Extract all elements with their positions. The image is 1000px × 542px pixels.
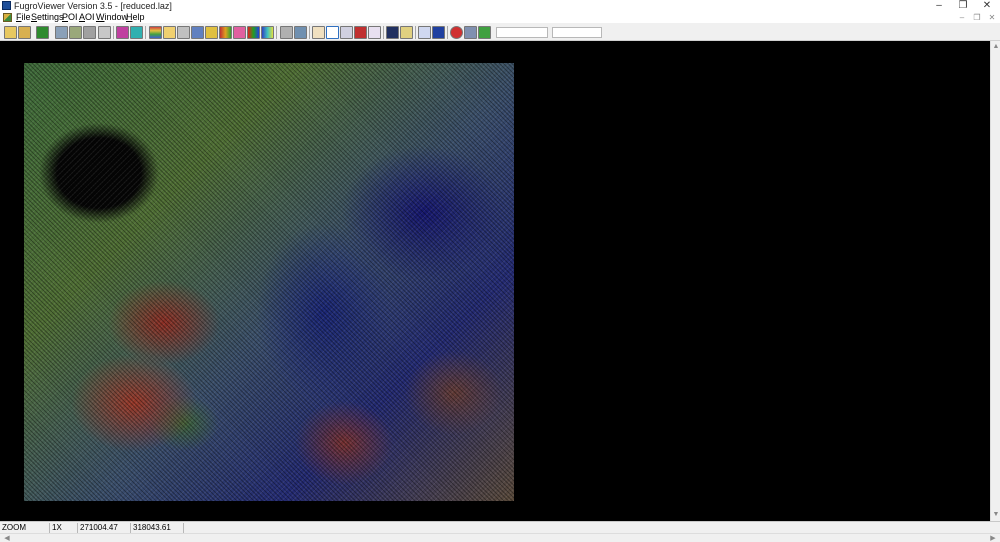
vertical-scrollbar[interactable]: ▲ ▼ <box>990 41 1000 521</box>
status-y-coordinate: 318043.61 <box>131 523 184 533</box>
pan-hand-icon[interactable] <box>312 26 325 39</box>
query-icon[interactable] <box>386 26 399 39</box>
points-icon[interactable] <box>177 26 190 39</box>
surface-icon[interactable] <box>130 26 143 39</box>
fugroviewer-app-icon <box>2 1 11 10</box>
grid-icon[interactable] <box>98 26 111 39</box>
open-file-icon[interactable] <box>4 26 17 39</box>
elevation-color-icon[interactable] <box>219 26 232 39</box>
ruler-icon[interactable] <box>418 26 431 39</box>
layers-icon[interactable] <box>163 26 176 39</box>
color-ramp-icon[interactable] <box>149 26 162 39</box>
toolbar-separator <box>113 26 114 39</box>
grid-3x3-icon[interactable] <box>280 26 293 39</box>
status-x-coordinate: 271004.47 <box>78 523 131 533</box>
zoom-window-icon[interactable] <box>340 26 353 39</box>
toolbar-separator <box>276 26 277 39</box>
toolbar-separator <box>447 26 448 39</box>
toolbar-separator <box>309 26 310 39</box>
export-table-icon[interactable] <box>478 26 491 39</box>
scroll-up-icon[interactable]: ▲ <box>991 43 1000 50</box>
tiles-icon[interactable] <box>294 26 307 39</box>
toolbar-separator <box>145 26 146 39</box>
scroll-down-icon[interactable]: ▼ <box>991 511 1000 518</box>
zoom-icon[interactable] <box>326 26 339 39</box>
3d-view-icon[interactable] <box>432 26 445 39</box>
status-bar: ZOOM 1X 271004.47 318043.61 <box>0 521 1000 533</box>
status-mode: ZOOM <box>0 523 50 533</box>
menu-aoi[interactable]: AOI <box>79 12 95 23</box>
menu-poi[interactable]: POI <box>62 12 78 23</box>
status-scale: 1X <box>50 523 78 533</box>
crosshair-icon[interactable] <box>368 26 381 39</box>
window-title: FugroViewer Version 3.5 - [reduced.laz] <box>14 1 172 11</box>
profile-icon[interactable] <box>191 26 204 39</box>
title-bar: FugroViewer Version 3.5 - [reduced.laz] … <box>0 0 1000 12</box>
horizontal-scrollbar[interactable]: ◀ ▶ <box>0 533 1000 542</box>
toolbar <box>0 23 1000 41</box>
open-folder-icon[interactable] <box>18 26 31 39</box>
measure-icon[interactable] <box>400 26 413 39</box>
mdi-close-icon[interactable]: ✕ <box>985 12 999 23</box>
grid-export-icon[interactable] <box>83 26 96 39</box>
pin-icon[interactable] <box>354 26 367 39</box>
stop-icon[interactable] <box>450 26 463 39</box>
toolbar-separator <box>383 26 384 39</box>
spectrum-icon[interactable] <box>261 26 274 39</box>
menu-help[interactable]: Help <box>126 12 145 23</box>
menu-bar: File Settings POI AOI Window Help – ❐ ✕ <box>0 12 1000 23</box>
menu-file[interactable]: File <box>16 12 31 23</box>
intensity-icon[interactable] <box>233 26 246 39</box>
scroll-right-icon[interactable]: ▶ <box>988 534 998 542</box>
import-icon[interactable] <box>55 26 68 39</box>
export-icon[interactable] <box>69 26 82 39</box>
rgb-icon[interactable] <box>247 26 260 39</box>
document-icon[interactable] <box>3 13 12 22</box>
point-cloud-image[interactable] <box>24 63 514 501</box>
close-icon[interactable]: ✕ <box>973 0 1000 12</box>
classify-icon[interactable] <box>205 26 218 39</box>
toolbar-separator <box>415 26 416 39</box>
forward-arrow-icon[interactable] <box>36 26 49 39</box>
menu-window[interactable]: Window <box>96 12 128 23</box>
mdi-minimize-icon[interactable]: – <box>955 12 969 23</box>
toolbar-field[interactable] <box>552 27 602 38</box>
menu-settings[interactable]: Settings <box>31 12 64 23</box>
toolbar-field[interactable] <box>496 27 548 38</box>
database-icon[interactable] <box>464 26 477 39</box>
texture-icon[interactable] <box>116 26 129 39</box>
point-cloud-viewport[interactable] <box>0 41 990 521</box>
mdi-restore-icon[interactable]: ❐ <box>970 12 984 23</box>
scroll-left-icon[interactable]: ◀ <box>2 534 12 542</box>
